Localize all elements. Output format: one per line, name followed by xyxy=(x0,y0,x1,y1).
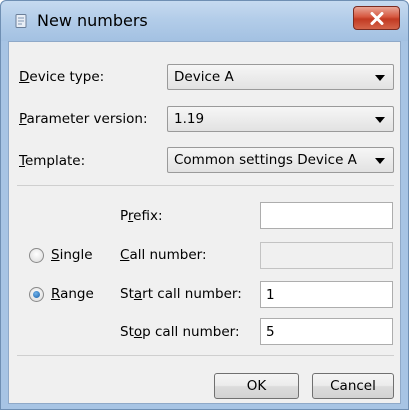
device-type-value: Device A xyxy=(174,69,234,85)
stop-call-number-label: Stop call number: xyxy=(120,324,240,340)
call-number-label: Call number: xyxy=(120,247,207,263)
start-call-number-input-box[interactable] xyxy=(260,281,393,308)
device-type-combobox[interactable]: Device A xyxy=(167,64,394,90)
stop-call-number-input[interactable] xyxy=(261,319,392,344)
template-value: Common settings Device A xyxy=(174,152,357,168)
prefix-label: Prefix: xyxy=(120,208,163,224)
single-radio[interactable] xyxy=(29,248,44,263)
close-button[interactable] xyxy=(353,6,400,30)
chevron-down-icon xyxy=(375,75,385,81)
template-label: Template: xyxy=(19,153,86,169)
close-icon xyxy=(370,11,383,25)
parameter-version-combobox[interactable]: 1.19 xyxy=(167,106,394,132)
document-icon xyxy=(15,14,27,28)
call-number-input[interactable] xyxy=(261,243,392,268)
range-radio[interactable] xyxy=(29,287,44,302)
device-type-label: Device type: xyxy=(19,69,105,85)
range-radio-label[interactable]: Range xyxy=(51,286,94,302)
ok-button[interactable]: OK xyxy=(214,373,299,399)
call-number-input-box[interactable] xyxy=(260,242,393,269)
separator-bottom xyxy=(17,355,394,356)
chevron-down-icon xyxy=(375,117,385,123)
parameter-version-label: Parameter version: xyxy=(19,111,148,127)
parameter-version-value: 1.19 xyxy=(174,111,205,127)
stop-call-number-input-box[interactable] xyxy=(260,318,393,345)
start-call-number-label: Start call number: xyxy=(120,286,242,302)
prefix-input[interactable] xyxy=(261,203,392,228)
dialog-window: New numbers Device type: Device A Parame… xyxy=(0,0,409,410)
window-title: New numbers xyxy=(37,11,148,30)
template-combobox[interactable]: Common settings Device A xyxy=(167,147,394,173)
single-radio-label[interactable]: Single xyxy=(51,247,93,263)
dialog-client-area: Device type: Device A Parameter version:… xyxy=(8,41,401,404)
start-call-number-input[interactable] xyxy=(261,282,392,307)
chevron-down-icon xyxy=(375,158,385,164)
cancel-button[interactable]: Cancel xyxy=(312,373,394,399)
prefix-input-box[interactable] xyxy=(260,202,393,229)
separator-top xyxy=(17,185,394,186)
title-bar[interactable]: New numbers xyxy=(1,1,408,41)
